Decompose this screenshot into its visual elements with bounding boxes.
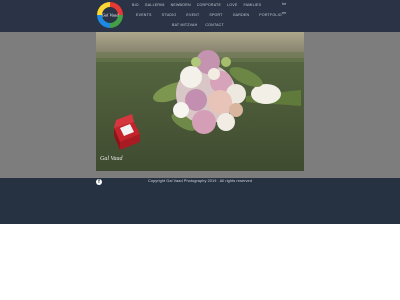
logo[interactable]: Gal Vaad xyxy=(96,1,124,29)
main-nav-row-1: Bio Gallerim Newborn Corporate Love Fami… xyxy=(126,3,261,7)
site-header: Gal Vaad Bio Gallerim Newborn Corporate … xyxy=(0,0,400,32)
nav-families[interactable]: Families xyxy=(243,3,261,7)
nav-sport[interactable]: Sport xyxy=(209,13,222,17)
nav-events[interactable]: Events xyxy=(136,13,152,17)
nav-gallerim[interactable]: Gallerim xyxy=(145,3,165,7)
nav-garden[interactable]: Garden xyxy=(233,13,250,17)
nav-newborn[interactable]: Newborn xyxy=(171,3,191,7)
nav-love[interactable]: Love xyxy=(227,3,237,7)
nav-corporate[interactable]: Corporate xyxy=(197,3,221,7)
nav-portfolio[interactable]: Portfolio xyxy=(259,13,282,17)
photo-watermark: Gal Vaad xyxy=(100,156,124,162)
hero-photo: Gal Vaad xyxy=(96,32,304,171)
bouquet-photo-image: Gal Vaad xyxy=(96,32,304,171)
lang-he[interactable]: he xyxy=(282,2,286,6)
site-footer xyxy=(0,178,400,224)
svg-text:Gal Vaad: Gal Vaad xyxy=(102,13,120,18)
main-nav-row-2: Events Studio Event Sport Garden Portfol… xyxy=(126,13,282,17)
nav-bat-mitzvah[interactable]: Bat mitzvah xyxy=(172,23,197,27)
nav-contact[interactable]: Contact xyxy=(205,23,224,27)
nav-studio[interactable]: Studio xyxy=(162,13,177,17)
main-nav-row-3: Bat mitzvah Contact xyxy=(172,23,224,27)
copyright-text: Copyright Gal Vaad Photography 2019 . Al… xyxy=(148,179,252,183)
nav-bio[interactable]: Bio xyxy=(132,3,139,7)
lang-en[interactable]: en xyxy=(282,11,286,15)
nav-event[interactable]: Event xyxy=(186,13,199,17)
